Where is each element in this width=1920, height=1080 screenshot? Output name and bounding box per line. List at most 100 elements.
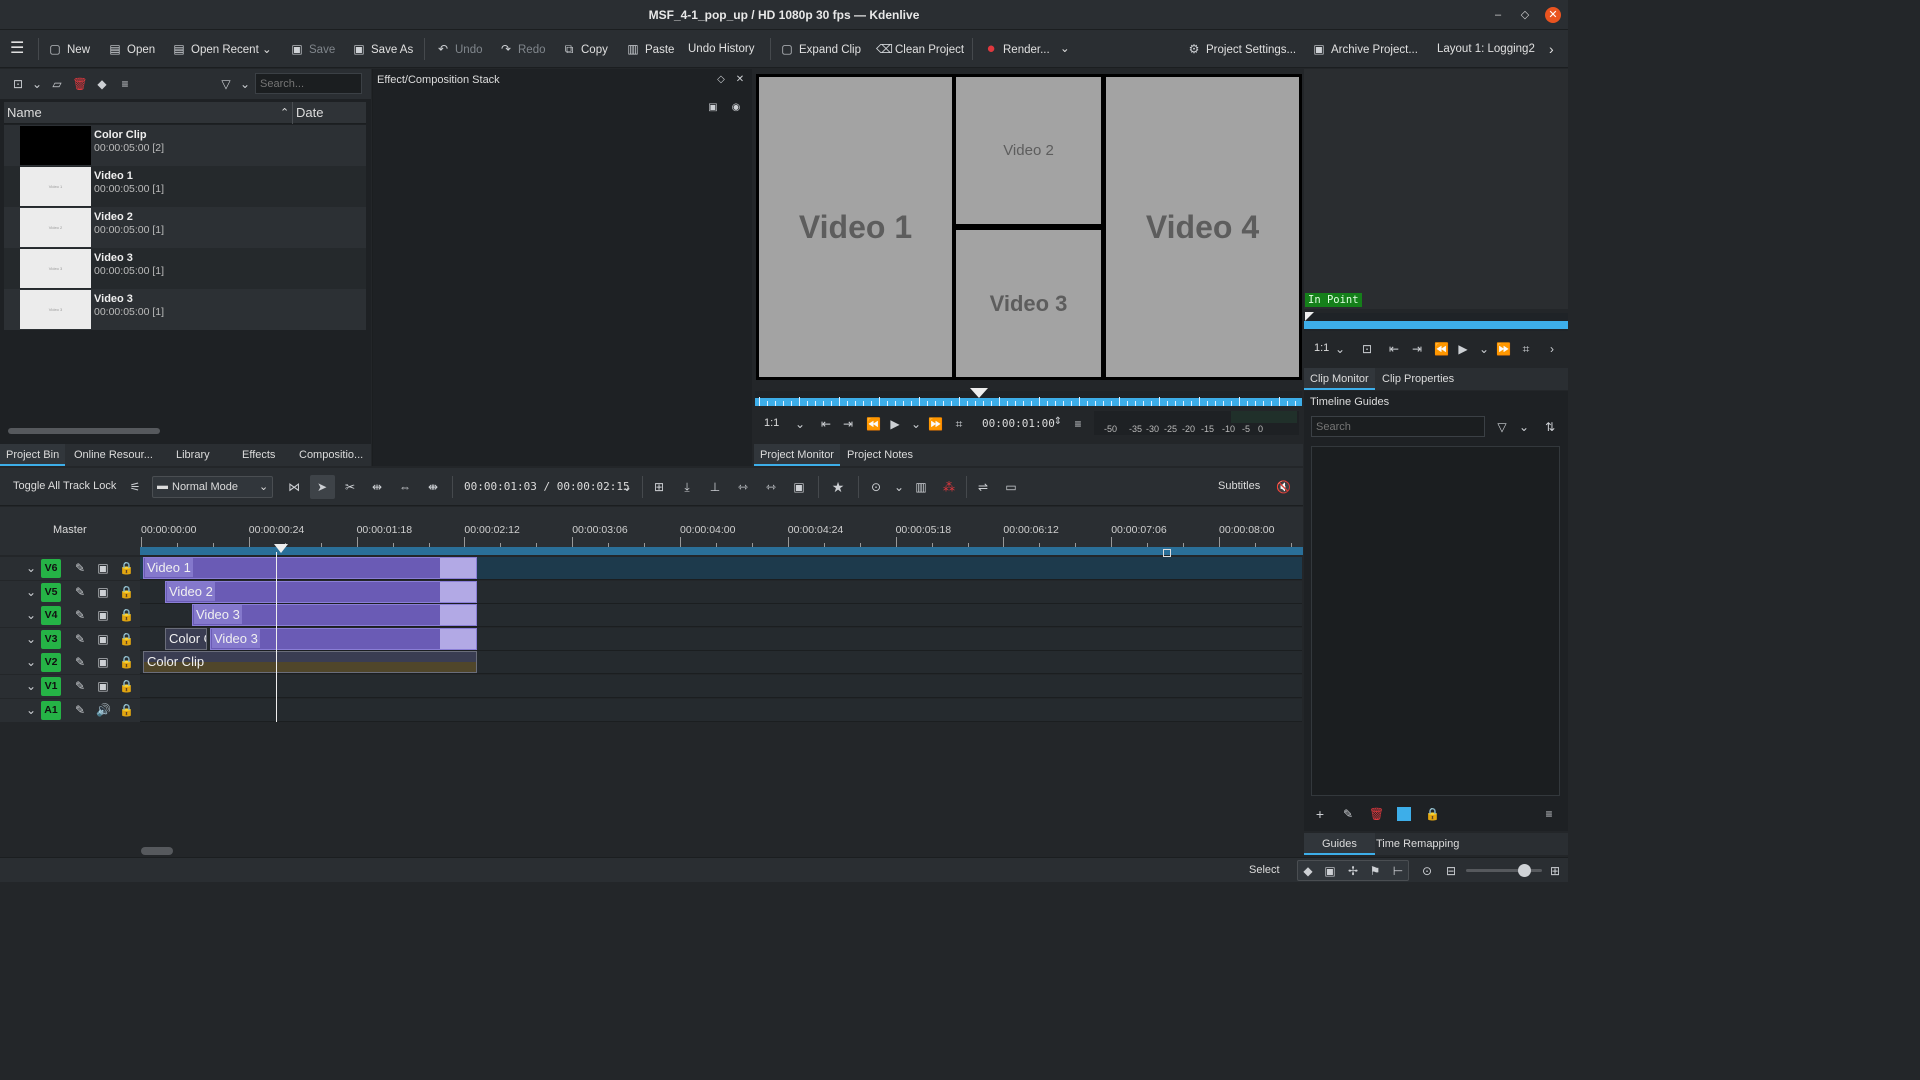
chevron-right-icon[interactable]: › (1549, 30, 1554, 68)
lock-icon[interactable]: 🔒 (119, 560, 134, 576)
play-icon[interactable]: ▶ (1456, 341, 1470, 357)
track-label[interactable]: V6 (41, 559, 61, 578)
chevron-down-icon[interactable]: ⌄ (893, 479, 905, 495)
copy-button[interactable]: ⧉ Copy (562, 30, 608, 68)
selection-tool-button[interactable]: ➤ (310, 475, 335, 499)
effects-wand-icon[interactable]: ✎ (73, 654, 87, 670)
save-button[interactable]: ▣ Save (290, 30, 335, 68)
forward-icon[interactable]: ⏩ (928, 416, 943, 432)
set-out-point-icon[interactable]: ⇥ (842, 416, 854, 432)
multitrack-icon[interactable]: ▥ (914, 479, 928, 495)
column-name-header[interactable]: Name (7, 105, 42, 120)
tab-online-resources[interactable]: Online Resour... (68, 444, 159, 466)
close-icon[interactable]: ✕ (1545, 7, 1561, 23)
extract-icon[interactable]: ⊥ (708, 479, 722, 495)
collapse-track-icon[interactable]: ⌄ (24, 607, 38, 623)
add-guide-icon[interactable]: + (1313, 806, 1327, 822)
edit-mode-select[interactable]: ▬ Normal Mode ⌄ (152, 476, 273, 498)
chevron-down-icon[interactable]: ⌄ (1518, 419, 1530, 435)
ripple-icon[interactable]: ⋈ (287, 479, 301, 495)
snap-icon[interactable]: ⁂ (942, 479, 956, 495)
film-icon[interactable]: ▣ (1323, 863, 1337, 879)
razor-icon[interactable]: ✂ (343, 479, 357, 495)
tab-effects[interactable]: Effects (236, 444, 281, 466)
zoom-fit-icon[interactable]: ⊙ (1420, 863, 1434, 879)
lock-icon[interactable]: 🔒 (119, 678, 134, 694)
redo-button[interactable]: ↷ Redo (499, 30, 546, 68)
bin-clip-row[interactable]: Video 3 Video 3 00:00:05:00 [1] (4, 289, 366, 330)
timeline-clip[interactable]: Video 2 (165, 580, 477, 603)
zoom-slider-handle[interactable] (1518, 864, 1531, 877)
collapse-track-icon[interactable]: ⌄ (24, 702, 38, 718)
hamburger-menu-icon[interactable]: ☰ (10, 30, 24, 68)
effects-wand-icon[interactable]: ✎ (73, 678, 87, 694)
timeline-track[interactable]: ⌄ V5 ✎ ▣ 🔒 Video 2 (0, 580, 1302, 604)
lock-icon[interactable]: 🔒 (119, 702, 134, 718)
tab-library[interactable]: Library (170, 444, 216, 466)
crop-icon[interactable]: ⌗ (952, 416, 966, 432)
film-icon[interactable]: ▣ (96, 584, 110, 600)
filter-icon[interactable]: ▽ (1495, 419, 1509, 435)
timeline-clip[interactable]: Video 1 (143, 557, 477, 579)
rewind-icon[interactable]: ⏪ (1434, 341, 1449, 357)
undo-history-button[interactable]: Undo History (688, 30, 754, 68)
eye-icon[interactable]: ◉ (729, 100, 743, 116)
monitor-zoom[interactable]: 1:1 (764, 417, 779, 429)
marker-icon[interactable]: ⊢ (1391, 863, 1405, 879)
bin-clip-row[interactable]: Video 2 Video 2 00:00:05:00 [1] (4, 207, 366, 248)
chevron-down-icon[interactable]: ⌄ (238, 76, 252, 92)
chevron-down-icon[interactable]: ⌄ (1334, 341, 1346, 357)
float-panel-icon[interactable]: ◇ (715, 72, 727, 88)
rewind-icon[interactable]: ⏪ (866, 416, 881, 432)
filter-icon[interactable]: ▽ (218, 76, 234, 92)
subtitle-track-icon[interactable]: ▭ (1004, 479, 1018, 495)
subtitles-button[interactable]: Subtitles (1218, 480, 1260, 492)
chevron-down-icon[interactable]: ⌄ (30, 76, 44, 92)
record-voice-icon[interactable]: ⊙ (869, 479, 883, 495)
crop-icon[interactable]: ⌗ (1519, 341, 1533, 357)
layout-selector[interactable]: Layout 1: Logging2 (1437, 30, 1535, 68)
bin-clip-row[interactable]: Video 1 Video 1 00:00:05:00 [1] (4, 166, 366, 207)
tag-icon[interactable]: ◆ (94, 76, 110, 92)
tab-project-notes[interactable]: Project Notes (841, 444, 919, 466)
menu-icon[interactable]: ≡ (1542, 806, 1556, 822)
minimize-icon[interactable]: – (1490, 7, 1506, 23)
project-settings-button[interactable]: ⚙ Project Settings... (1187, 30, 1297, 68)
track-label[interactable]: A1 (41, 700, 61, 720)
set-out-point-icon[interactable]: ⇥ (1411, 341, 1423, 357)
chevron-down-icon[interactable]: ⌄ (910, 416, 922, 432)
clean-project-button[interactable]: ⌫ Clean Project (876, 30, 964, 68)
undo-button[interactable]: ↶ Undo (436, 30, 483, 68)
timeline-track[interactable]: ⌄ V4 ✎ ▣ 🔒 Video 3 (0, 604, 1302, 628)
effects-wand-icon[interactable]: ✎ (73, 607, 87, 623)
monitor-screen[interactable]: Video 1 Video 2 Video 3 Video 4 (756, 74, 1302, 380)
chevron-down-icon[interactable]: ⌄ (621, 479, 633, 495)
timeline-clip[interactable]: Video 3 (192, 604, 477, 627)
collapse-track-icon[interactable]: ⌄ (24, 560, 38, 576)
mute-icon[interactable]: 🔇 (1276, 479, 1291, 495)
collapse-track-icon[interactable]: ⌄ (24, 584, 38, 600)
timeline-horizontal-scrollbar[interactable] (141, 847, 173, 855)
open-recent-button[interactable]: ▤ Open Recent ⌄ (172, 30, 271, 68)
timeline-position[interactable]: 00:00:01:03 / 00:00:02:15 (464, 480, 630, 493)
zone-icon[interactable]: ▣ (792, 479, 806, 495)
master-label[interactable]: Master (53, 524, 87, 536)
archive-project-button[interactable]: ▣ Archive Project... (1312, 30, 1418, 68)
set-in-point-icon[interactable]: ⇤ (1388, 341, 1400, 357)
lift-icon[interactable]: ⇿ (736, 479, 750, 495)
guide-color-swatch[interactable] (1397, 807, 1411, 821)
mixer-icon[interactable]: ⇌ (976, 479, 990, 495)
effects-wand-icon[interactable]: ✎ (73, 560, 87, 576)
effects-wand-icon[interactable]: ✎ (73, 584, 87, 600)
film-icon[interactable]: ▣ (96, 654, 110, 670)
timeline-clip[interactable]: Color Clip (165, 627, 207, 650)
chevron-down-icon[interactable]: ⌄ (794, 416, 806, 432)
slip-tool-icon[interactable]: ⇔ (398, 479, 412, 495)
track-label[interactable]: V5 (41, 582, 61, 602)
timeline-track[interactable]: ⌄ A1 ✎ 🔊 🔒 (0, 698, 1302, 722)
new-button[interactable]: ▢ New (48, 30, 90, 68)
render-button[interactable]: ● Render... (984, 30, 1049, 68)
folder-icon[interactable]: ▱ (49, 76, 65, 92)
track-label[interactable]: V4 (41, 606, 61, 626)
spacer-tool-icon[interactable]: ⇹ (370, 479, 384, 495)
